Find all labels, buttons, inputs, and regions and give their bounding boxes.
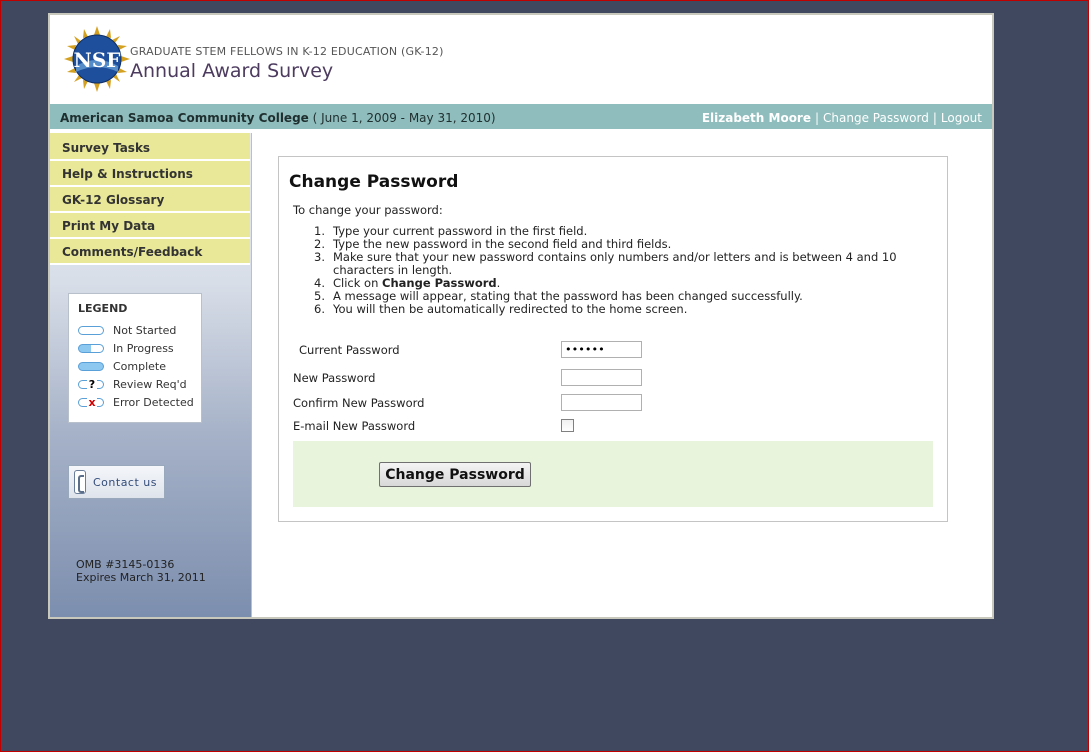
x-mark-icon: x xyxy=(87,394,97,411)
new-password-field[interactable] xyxy=(561,369,642,386)
not-started-icon xyxy=(78,325,104,335)
legend-label: Error Detected xyxy=(113,395,194,409)
legend-item: ? Review Req'd xyxy=(78,375,201,393)
intro-text: To change your password: xyxy=(293,203,443,217)
complete-icon xyxy=(78,361,104,371)
separator: | xyxy=(932,111,937,125)
error-detected-icon: x xyxy=(78,394,104,411)
sidebar: Survey Tasks Help & Instructions GK-12 G… xyxy=(50,133,252,617)
page-title: Change Password xyxy=(289,172,459,192)
sidebar-item-comments-feedback[interactable]: Comments/Feedback xyxy=(50,239,250,265)
current-password-label: Current Password xyxy=(299,343,400,357)
legend-title: LEGEND xyxy=(78,302,128,315)
info-bar: American Samoa Community College ( June … xyxy=(50,102,992,131)
review-required-icon: ? xyxy=(78,376,104,393)
change-password-link[interactable]: Change Password xyxy=(823,111,929,125)
sidebar-item-survey-tasks[interactable]: Survey Tasks xyxy=(50,133,250,161)
current-password-field[interactable] xyxy=(561,341,642,358)
phone-icon xyxy=(74,470,86,494)
award-period: ( June 1, 2009 - May 31, 2010) xyxy=(312,111,496,125)
in-progress-icon xyxy=(78,343,104,353)
change-password-panel: Change Password To change your password:… xyxy=(278,156,948,522)
legend-label: Complete xyxy=(113,359,167,373)
instructions-list: 1. Type your current password in the firs… xyxy=(293,225,913,316)
survey-page: NSF GRADUATE STEM FELLOWS IN K-12 EDUCAT… xyxy=(48,13,994,619)
legend-label: Not Started xyxy=(113,323,177,337)
program-title: GRADUATE STEM FELLOWS IN K-12 EDUCATION … xyxy=(130,45,444,58)
logout-link[interactable]: Logout xyxy=(941,111,982,125)
survey-title: Annual Award Survey xyxy=(130,60,334,82)
sidebar-item-glossary[interactable]: GK-12 Glossary xyxy=(50,187,250,213)
user-name: Elizabeth Moore xyxy=(701,111,811,125)
contact-us-label: Contact us xyxy=(93,476,157,489)
page-header: NSF GRADUATE STEM FELLOWS IN K-12 EDUCAT… xyxy=(50,15,992,101)
submit-area: Change Password xyxy=(293,441,933,507)
confirm-password-label: Confirm New Password xyxy=(293,396,425,410)
sidebar-item-print-my-data[interactable]: Print My Data xyxy=(50,213,250,239)
confirm-password-field[interactable] xyxy=(561,394,642,411)
email-password-checkbox[interactable] xyxy=(561,419,574,432)
legend-item: Not Started xyxy=(78,321,201,339)
legend-label: In Progress xyxy=(113,341,174,355)
omb-info: OMB #3145-0136 Expires March 31, 2011 xyxy=(76,558,206,584)
omb-number: OMB #3145-0136 xyxy=(76,558,175,571)
instruction-step: 6. You will then be automatically redirec… xyxy=(314,302,688,316)
email-password-label: E-mail New Password xyxy=(293,419,416,433)
legend-item: x Error Detected xyxy=(78,393,201,411)
user-links: Elizabeth Moore | Change Password | Logout xyxy=(702,111,982,125)
college-name: American Samoa Community College xyxy=(60,111,309,125)
sidebar-item-help-instructions[interactable]: Help & Instructions xyxy=(50,161,250,187)
omb-expires: Expires March 31, 2011 xyxy=(76,571,206,584)
separator: | xyxy=(815,111,820,125)
legend-item: In Progress xyxy=(78,339,201,357)
contact-us-button[interactable]: Contact us xyxy=(68,465,165,499)
change-password-button[interactable]: Change Password xyxy=(379,462,531,487)
svg-text:NSF: NSF xyxy=(74,48,121,72)
instruction-step: 3. Make sure that your new password conta… xyxy=(314,250,897,277)
legend-item: Complete xyxy=(78,357,201,375)
legend-label: Review Req'd xyxy=(113,377,187,391)
nsf-logo-icon: NSF xyxy=(64,26,130,92)
new-password-label: New Password xyxy=(293,371,376,385)
question-mark-icon: ? xyxy=(87,376,97,393)
status-legend: LEGEND Not Started In Progress Complete … xyxy=(68,293,202,423)
award-info: American Samoa Community College ( June … xyxy=(60,111,496,125)
